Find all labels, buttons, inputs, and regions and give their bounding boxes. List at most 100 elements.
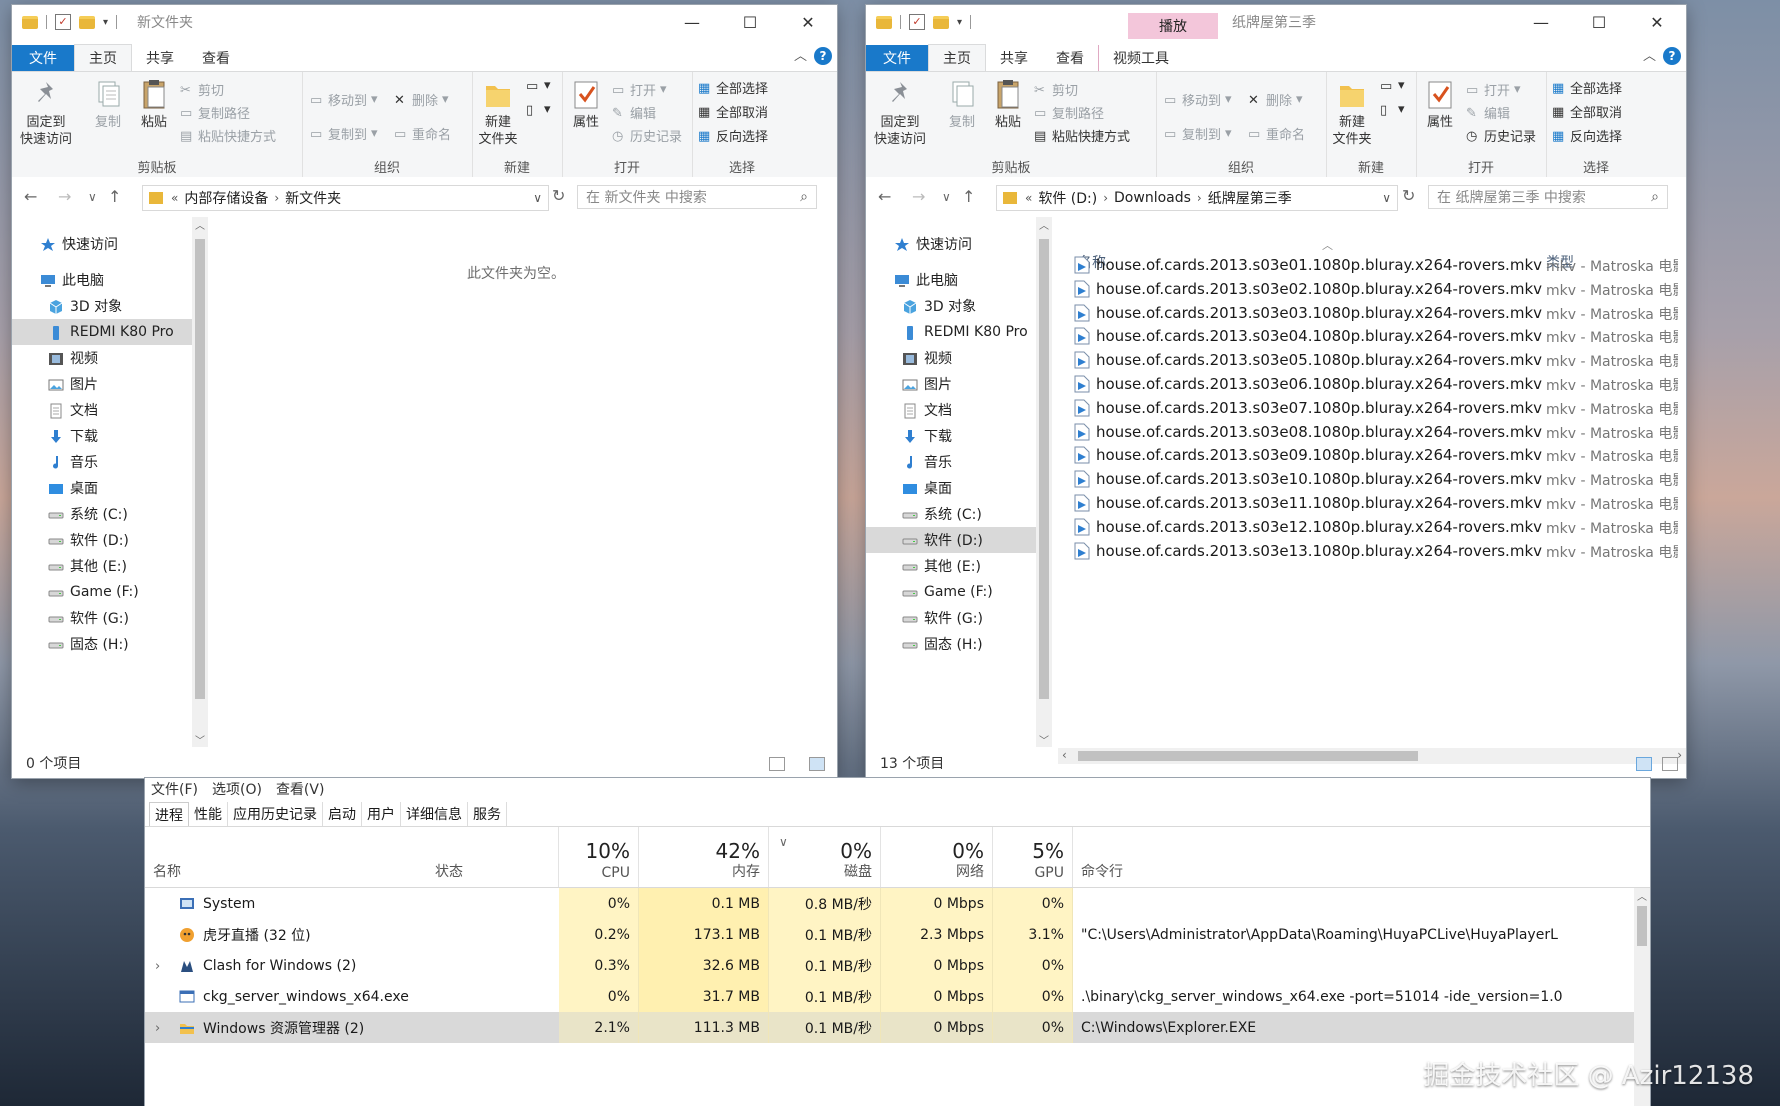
up-icon[interactable]: ↑ <box>962 187 975 206</box>
minimize-icon[interactable]: — <box>663 5 721 39</box>
large-icons-view-icon[interactable] <box>1662 757 1678 771</box>
nav-item[interactable]: 软件 (G:) <box>866 605 1036 631</box>
tab-file[interactable]: 文件 <box>12 45 74 71</box>
paste-button[interactable]: 粘贴 <box>990 78 1026 131</box>
copy-path-button[interactable]: ▭ 复制路径 <box>180 103 250 123</box>
open-button[interactable]: ▭ 打开 ▾ <box>1466 80 1521 99</box>
copy-path-button[interactable]: ▭ 复制路径 <box>1034 103 1104 123</box>
tab-details[interactable]: 详细信息 <box>401 802 468 826</box>
column-command-line[interactable]: 命令行 <box>1073 827 1650 887</box>
tab-home[interactable]: 主页 <box>928 44 986 71</box>
nav-item[interactable]: 桌面 <box>866 475 1036 501</box>
history-button[interactable]: ◷ 历史记录 <box>1466 126 1536 146</box>
details-view-icon[interactable] <box>1636 757 1652 771</box>
nav-item[interactable]: 3D 对象 <box>12 293 192 319</box>
file-row[interactable]: house.of.cards.2013.s03e09.1080p.bluray.… <box>1074 443 1542 467</box>
process-row[interactable]: ckg_server_windows_x64.exe 0% 31.7 MB 0.1 M… <box>145 981 1650 1012</box>
open-button[interactable]: ▭ 打开 ▾ <box>612 80 667 99</box>
context-tab-play[interactable]: 播放 <box>1128 13 1218 39</box>
customize-dropdown-icon[interactable]: ▾ <box>957 17 962 28</box>
properties-check-icon[interactable]: ✓ <box>55 14 71 30</box>
breadcrumb-internal-storage[interactable]: 内部存储设备 <box>184 188 268 208</box>
tab-share[interactable]: 共享 <box>986 45 1042 71</box>
file-row[interactable]: house.of.cards.2013.s03e03.1080p.bluray.… <box>1074 301 1542 325</box>
nav-item[interactable]: Game (F:) <box>12 579 192 605</box>
back-icon[interactable]: ← <box>878 187 891 206</box>
nav-item[interactable]: 系统 (C:) <box>12 501 192 527</box>
breadcrumb-downloads[interactable]: Downloads <box>1114 190 1191 206</box>
close-icon[interactable]: ✕ <box>1628 5 1686 39</box>
nav-item[interactable]: 下载 <box>12 423 192 449</box>
breadcrumb-new-folder[interactable]: 新文件夹 <box>285 188 341 208</box>
scroll-up-icon[interactable]: ︿ <box>195 217 205 232</box>
column-memory[interactable]: 42% 内存 <box>639 827 769 887</box>
delete-button[interactable]: ✕ 删除 ▾ <box>1248 90 1303 109</box>
rename-button[interactable]: ▭ 重命名 <box>1248 124 1305 144</box>
new-folder-icon[interactable] <box>933 15 949 29</box>
overflow-crumb[interactable]: « <box>1025 191 1032 205</box>
column-gpu[interactable]: 5% GPU <box>993 827 1073 887</box>
nav-item[interactable]: 系统 (C:) <box>866 501 1036 527</box>
tab-processes[interactable]: 进程 <box>149 802 189 827</box>
nav-item[interactable]: 固态 (H:) <box>866 631 1036 657</box>
up-icon[interactable]: ↑ <box>108 187 121 206</box>
nav-item[interactable]: 桌面 <box>12 475 192 501</box>
column-disk[interactable]: 0% 磁盘 <box>769 827 881 887</box>
nav-item[interactable]: REDMI K80 Pro <box>866 319 1036 345</box>
copy-button[interactable]: 复制 <box>90 78 126 131</box>
paste-shortcut-button[interactable]: ▤ 粘贴快捷方式 <box>180 126 276 146</box>
nav-item[interactable]: 此电脑 <box>12 267 192 293</box>
edit-button[interactable]: ✎ 编辑 <box>1466 103 1510 123</box>
copy-to-button[interactable]: ▭ 复制到 ▾ <box>1164 124 1232 143</box>
nav-item[interactable]: 3D 对象 <box>866 293 1036 319</box>
nav-item[interactable]: 快速访问 <box>12 231 192 257</box>
scroll-down-icon[interactable]: ﹀ <box>195 732 205 747</box>
tab-view[interactable]: 查看 <box>188 45 244 71</box>
file-row[interactable]: house.of.cards.2013.s03e12.1080p.bluray.… <box>1074 515 1542 539</box>
new-folder-icon[interactable] <box>79 15 95 29</box>
breadcrumb-drive-d[interactable]: 软件 (D:) <box>1038 188 1097 208</box>
details-view-icon[interactable] <box>769 757 785 771</box>
recent-dropdown-icon[interactable]: ∨ <box>88 190 97 204</box>
nav-item[interactable]: 视频 <box>12 345 192 371</box>
tab-services[interactable]: 服务 <box>468 802 507 826</box>
address-bar[interactable]: « 软件 (D:) › Downloads › 纸牌屋第三季 ∨ <box>996 185 1398 211</box>
close-icon[interactable]: ✕ <box>779 5 837 39</box>
nav-item[interactable]: 快速访问 <box>866 231 1036 257</box>
nav-item[interactable]: 软件 (D:) <box>866 527 1036 553</box>
properties-button[interactable]: 属性 <box>568 78 604 131</box>
invert-selection-button[interactable]: ▦ 反向选择 <box>698 126 768 146</box>
copy-to-button[interactable]: ▭ 复制到 ▾ <box>310 124 378 143</box>
address-dropdown-icon[interactable]: ∨ <box>533 191 542 205</box>
file-row[interactable]: house.of.cards.2013.s03e13.1080p.bluray.… <box>1074 539 1542 563</box>
nav-item[interactable]: 图片 <box>866 371 1036 397</box>
select-all-button[interactable]: ▦ 全部选择 <box>698 78 768 98</box>
new-item-button[interactable]: ▭ ▾ <box>526 78 551 94</box>
tab-share[interactable]: 共享 <box>132 45 188 71</box>
forward-icon[interactable]: → <box>58 187 71 206</box>
address-dropdown-icon[interactable]: ∨ <box>1382 191 1391 205</box>
forward-icon[interactable]: → <box>912 187 925 206</box>
file-row[interactable]: house.of.cards.2013.s03e02.1080p.bluray.… <box>1074 277 1542 301</box>
move-to-button[interactable]: ▭ 移动到 ▾ <box>1164 90 1232 109</box>
new-folder-button[interactable]: 新建 文件夹 <box>1330 78 1374 148</box>
properties-button[interactable]: 属性 <box>1422 78 1458 131</box>
nav-item[interactable]: 软件 (D:) <box>12 527 192 553</box>
file-row[interactable]: house.of.cards.2013.s03e04.1080p.bluray.… <box>1074 324 1542 348</box>
nav-item[interactable]: REDMI K80 Pro <box>12 319 192 345</box>
nav-item[interactable]: 固态 (H:) <box>12 631 192 657</box>
scroll-up-icon[interactable]: ︿ <box>1039 217 1049 232</box>
maximize-icon[interactable]: ☐ <box>1570 5 1628 39</box>
breadcrumb-season3[interactable]: 纸牌屋第三季 <box>1208 188 1292 208</box>
nav-item[interactable]: 其他 (E:) <box>12 553 192 579</box>
refresh-icon[interactable]: ↻ <box>552 186 565 205</box>
file-row[interactable]: house.of.cards.2013.s03e10.1080p.bluray.… <box>1074 467 1542 491</box>
tab-users[interactable]: 用户 <box>362 802 401 826</box>
overflow-crumb[interactable]: « <box>171 191 178 205</box>
nav-item[interactable]: 其他 (E:) <box>866 553 1036 579</box>
delete-button[interactable]: ✕ 删除 ▾ <box>394 90 449 109</box>
tab-file[interactable]: 文件 <box>866 45 928 71</box>
paste-shortcut-button[interactable]: ▤ 粘贴快捷方式 <box>1034 126 1130 146</box>
column-cpu[interactable]: 10% CPU <box>559 827 639 887</box>
maximize-icon[interactable]: ☐ <box>721 5 779 39</box>
